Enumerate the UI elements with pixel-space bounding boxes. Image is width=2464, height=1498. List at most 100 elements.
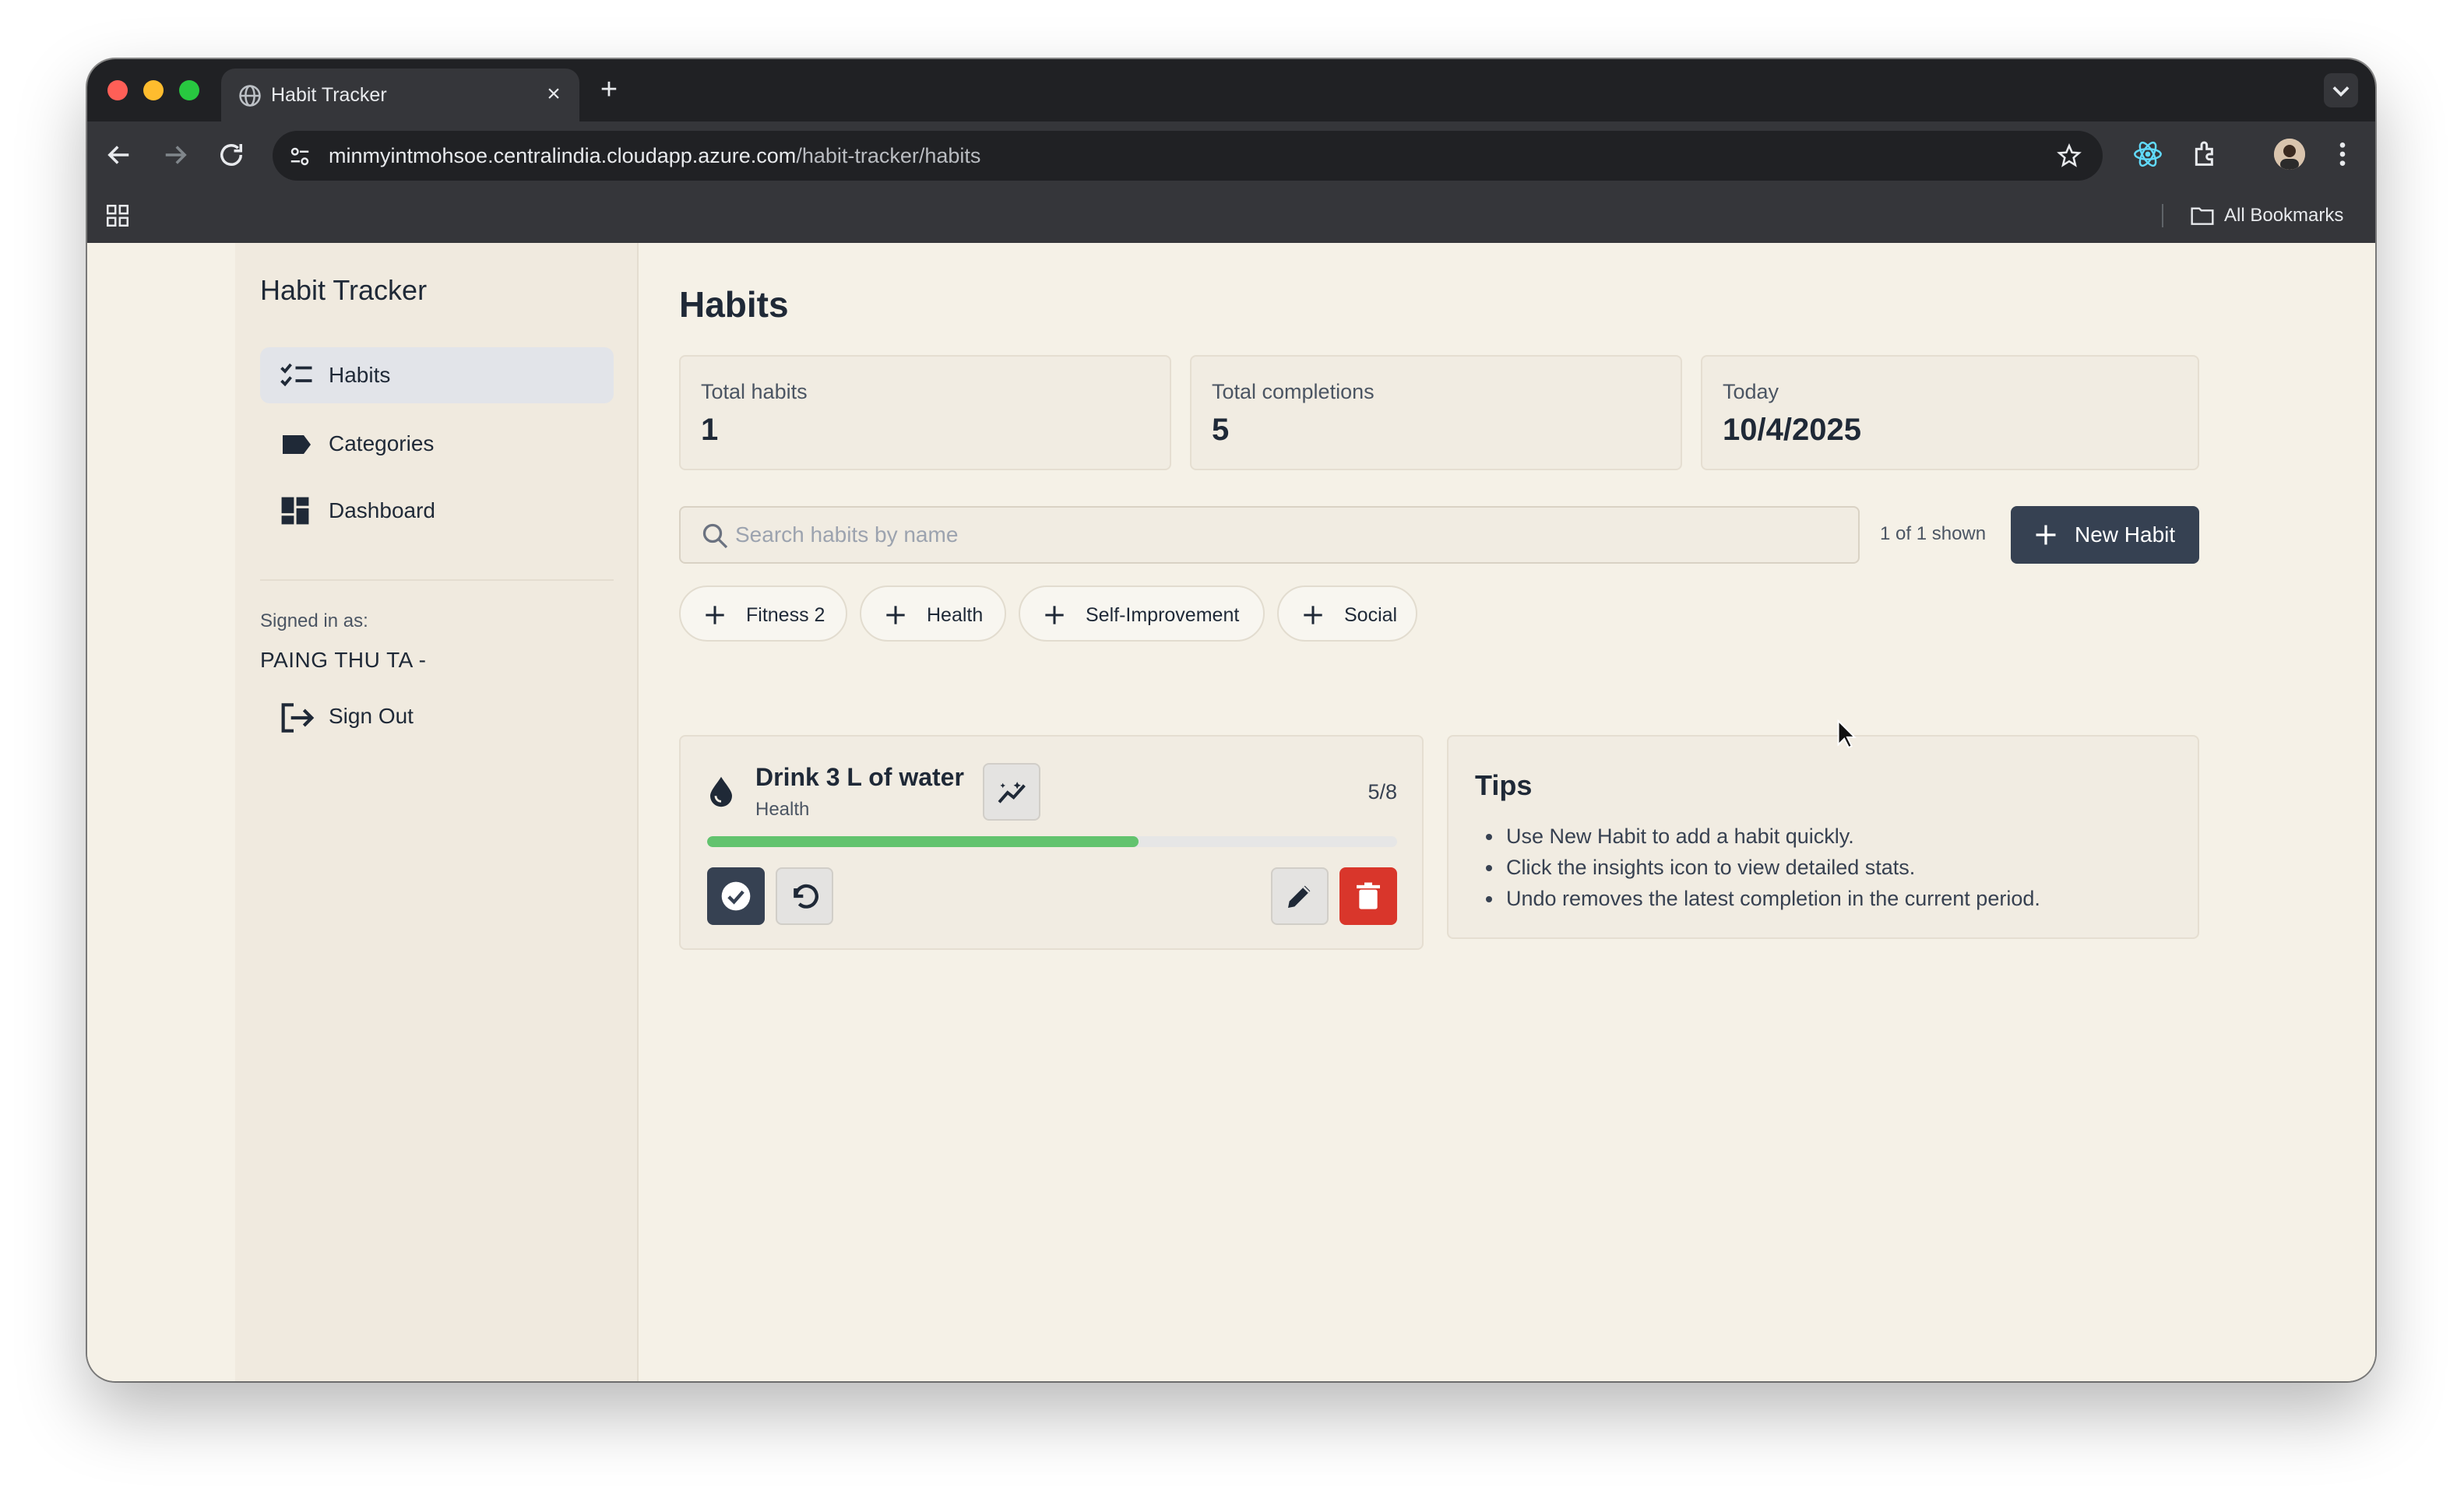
tip-item: Click the insights icon to view detailed… [1475,852,2040,883]
sidebar-item-label: Habits [329,363,391,387]
url-host: minmyintmohsoe.centralindia.cloudapp.azu… [329,144,797,167]
chip-label: Fitness 2 [746,604,825,626]
label-icon [283,435,311,454]
chip-label: Health [927,604,984,626]
tab-title: Habit Tracker [271,84,387,106]
checklist-icon [280,363,312,387]
react-devtools-icon[interactable] [2132,139,2163,170]
category-chip-health[interactable]: Health [860,585,1006,642]
browser-tab[interactable]: Habit Tracker × [221,69,579,121]
sidebar-divider [260,579,614,581]
search-input[interactable] [735,508,1841,562]
stat-label: Total completions [1212,380,1375,403]
water-drop-icon [710,776,732,807]
app-viewport: Habit Tracker Habits Categories Dashboar… [87,243,2375,1381]
habit-category: Health [755,799,810,820]
tab-strip: Habit Tracker × + [87,59,2375,121]
bookmarks-separator [2162,204,2163,227]
habit-progress-fill [707,836,1139,847]
insights-icon [998,782,1026,804]
tab-search-button[interactable] [2324,73,2358,107]
category-chip-self-improvement[interactable]: Self-Improvement [1019,585,1265,642]
tab-close-icon[interactable]: × [542,83,565,106]
address-bar[interactable]: minmyintmohsoe.centralindia.cloudapp.azu… [273,131,2103,181]
habit-name: Drink 3 L of water [755,763,964,791]
plus-icon [1304,606,1322,624]
undo-icon [794,884,818,909]
sidebar: Habit Tracker Habits Categories Dashboar… [235,243,639,1381]
avatar-icon [2274,139,2305,170]
signed-in-label: Signed in as: [260,610,368,631]
reload-icon[interactable] [215,139,248,171]
apps-grid-icon[interactable] [104,202,131,229]
new-tab-button[interactable]: + [593,75,625,106]
tips-card: Tips Use New Habit to add a habit quickl… [1447,735,2199,939]
stat-value: 10/4/2025 [1723,413,1861,447]
sidebar-item-dashboard[interactable]: Dashboard [260,483,614,539]
plus-icon [706,606,724,624]
chip-label: Self-Improvement [1086,604,1240,626]
new-habit-button[interactable]: New Habit [2011,506,2199,564]
category-chip-social[interactable]: Social [1277,585,1417,642]
search-field [679,506,1860,564]
plus-icon [886,606,905,624]
undo-button[interactable] [776,867,833,925]
site-info-icon[interactable] [288,145,312,168]
globe-icon [239,85,261,107]
browser-toolbar: minmyintmohsoe.centralindia.cloudapp.azu… [87,121,2375,188]
search-icon [702,523,728,549]
folder-icon [2191,207,2214,225]
trash-icon [1357,882,1380,909]
insights-button[interactable] [983,763,1040,821]
habit-progress-bar [707,836,1397,847]
complete-button[interactable] [707,867,765,925]
url-path: /habit-tracker/habits [796,144,981,167]
all-bookmarks-button[interactable]: All Bookmarks [2190,202,2343,230]
mouse-cursor-icon [1837,719,1857,749]
sidebar-item-label: Dashboard [329,498,435,522]
close-window-button[interactable] [107,80,128,100]
forward-icon[interactable] [159,139,192,171]
maximize-window-button[interactable] [179,80,199,100]
bookmarks-bar: All Bookmarks [87,188,2375,243]
dashboard-icon [281,497,309,525]
delete-button[interactable] [1339,867,1397,925]
extensions-icon[interactable] [2190,139,2221,170]
sign-out-button[interactable]: Sign Out [260,688,463,744]
app-brand: Habit Tracker [260,274,428,306]
sidebar-item-habits[interactable]: Habits [260,347,614,403]
habit-count: 5/8 [1368,780,1397,804]
plus-icon [2036,525,2056,545]
stat-card-total-habits: Total habits 1 [679,355,1171,470]
stat-label: Total habits [701,380,808,403]
back-icon[interactable] [103,139,136,171]
sidebar-item-categories[interactable]: Categories [260,416,614,472]
signed-in-user: PAING THU TA - [260,648,427,672]
bookmark-star-icon[interactable] [2056,142,2082,169]
stat-label: Today [1723,380,1779,403]
all-bookmarks-label: All Bookmarks [2224,205,2344,226]
main-content: Habits Total habits 1 Total completions … [679,243,2199,1381]
sign-out-label: Sign Out [329,704,414,728]
chevron-down-icon [2332,86,2350,97]
more-menu-icon[interactable] [2327,139,2358,170]
tip-item: Use New Habit to add a habit quickly. [1475,821,2040,852]
pencil-icon [1288,885,1311,908]
sidebar-item-label: Categories [329,431,435,455]
edit-button[interactable] [1271,867,1329,925]
minimize-window-button[interactable] [143,80,164,100]
stat-value: 5 [1212,413,1230,447]
tips-title: Tips [1475,769,1533,801]
stat-card-today: Today 10/4/2025 [1701,355,2199,470]
shown-count: 1 of 1 shown [1880,523,1987,544]
stat-value: 1 [701,413,719,447]
logout-icon [281,703,315,733]
habit-card: Drink 3 L of water Health 5/8 [679,735,1424,950]
category-chip-fitness-2[interactable]: Fitness 2 [679,585,847,642]
chip-label: Social [1344,604,1398,626]
plus-icon [1045,606,1064,624]
profile-avatar[interactable] [2274,139,2305,170]
url-text: minmyintmohsoe.centralindia.cloudapp.azu… [329,144,980,168]
page-title: Habits [679,284,789,325]
new-habit-label: New Habit [2075,522,2176,547]
